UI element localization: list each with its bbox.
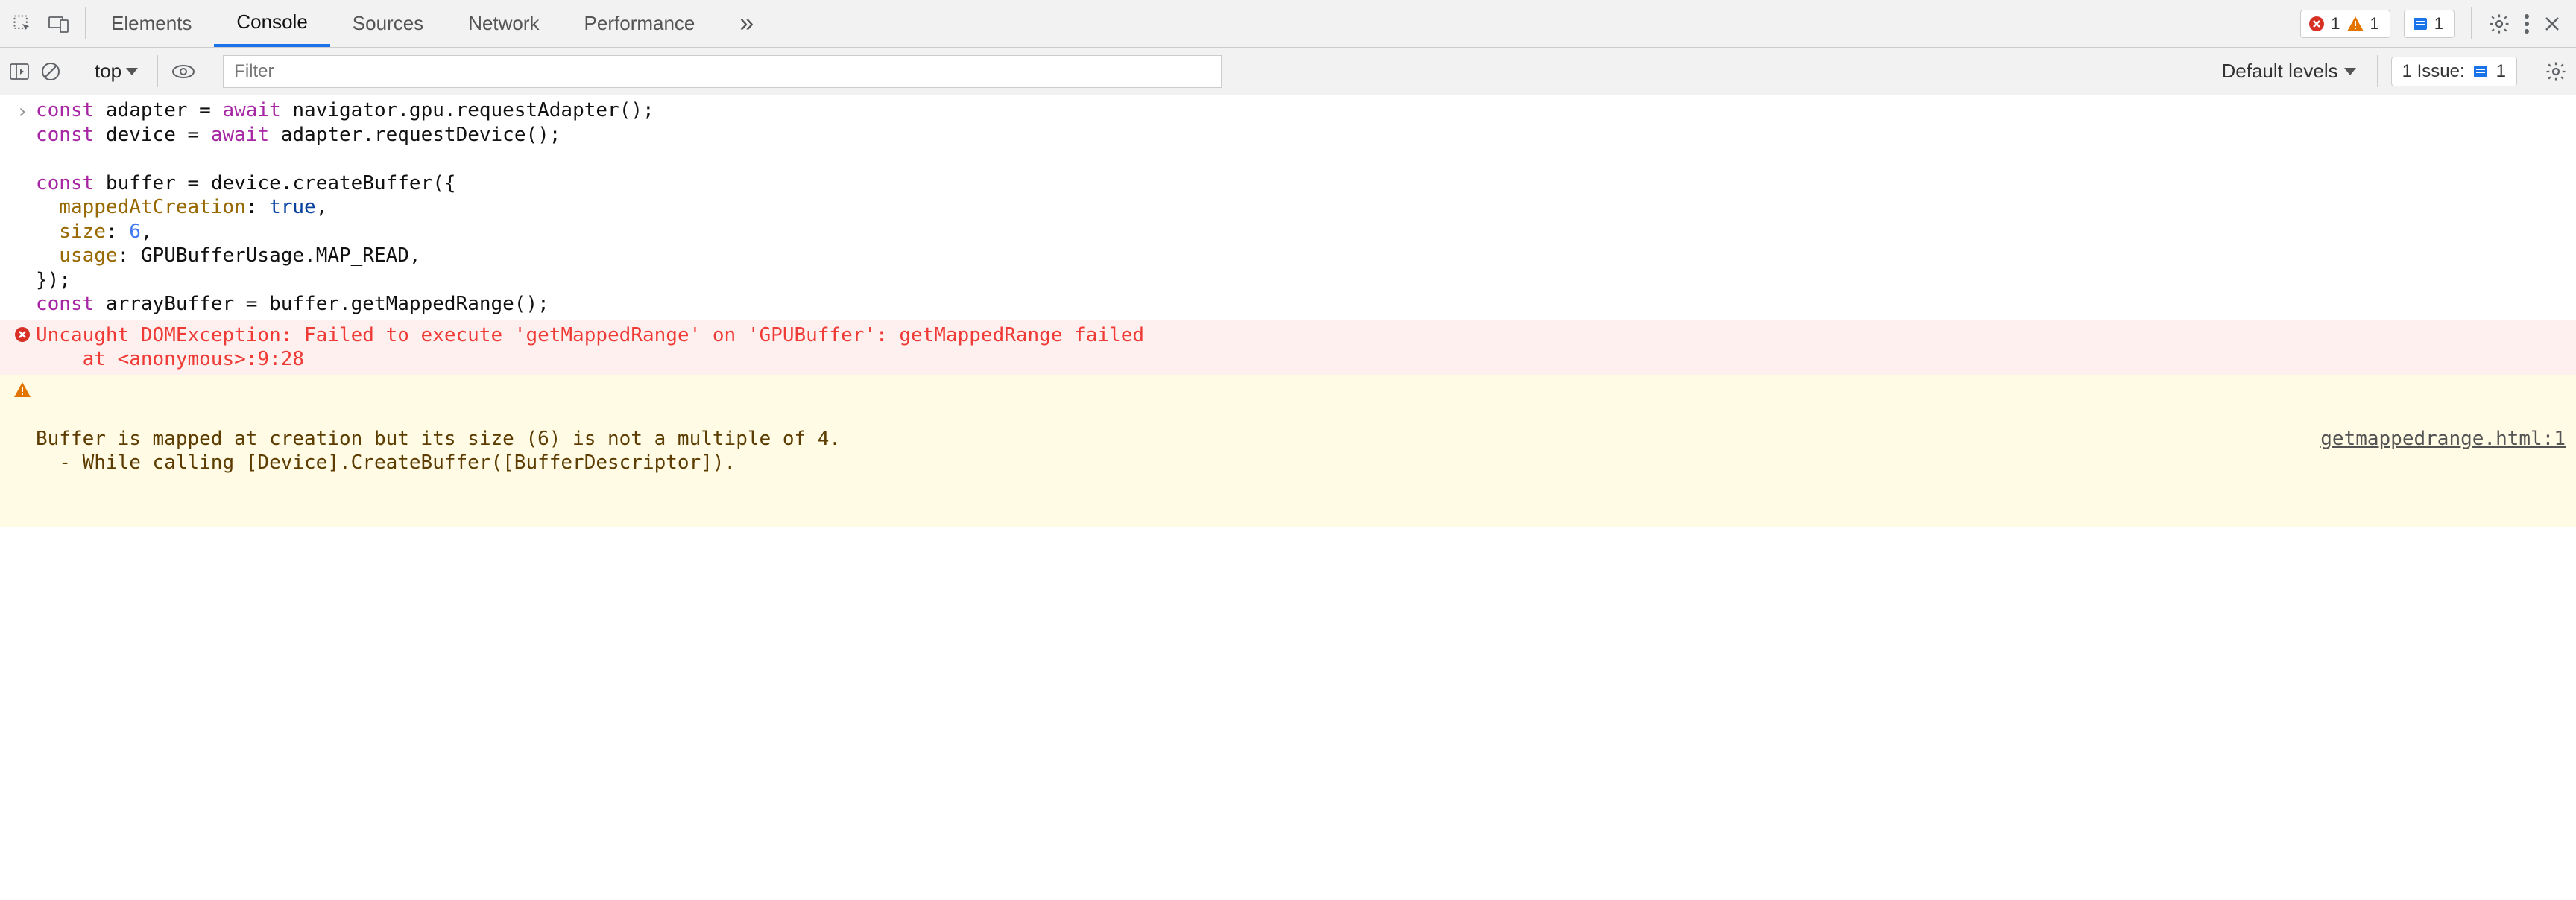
live-expression-icon[interactable] <box>171 63 195 80</box>
error-icon <box>14 326 31 343</box>
error-badge-icon <box>2308 16 2325 32</box>
error-message: Uncaught DOMException: Failed to execute… <box>36 323 2576 372</box>
warning-badge-icon <box>2346 16 2364 32</box>
device-toggle-icon[interactable] <box>48 14 70 34</box>
clear-console-icon[interactable] <box>40 61 61 82</box>
console-warning-entry: Buffer is mapped at creation but its siz… <box>0 375 2576 527</box>
console-settings-icon[interactable] <box>2545 60 2567 83</box>
console-error-entry: Uncaught DOMException: Failed to execute… <box>0 320 2576 375</box>
tab-network[interactable]: Network <box>446 0 561 47</box>
tab-performance[interactable]: Performance <box>562 0 718 47</box>
info-count: 1 <box>2431 14 2446 34</box>
tab-sources[interactable]: Sources <box>330 0 446 47</box>
console-input-code: const adapter = await navigator.gpu.requ… <box>36 98 2576 317</box>
error-count: 1 <box>2328 14 2343 34</box>
info-badge-icon <box>2412 16 2428 32</box>
levels-label: Default levels <box>2222 60 2338 83</box>
tab-console[interactable]: Console <box>214 0 329 47</box>
toggle-sidebar-icon[interactable] <box>9 62 30 81</box>
context-label: top <box>95 60 121 83</box>
chevron-down-icon <box>126 68 138 75</box>
execution-context-selector[interactable]: top <box>89 60 144 83</box>
filter-input[interactable] <box>223 55 1222 88</box>
console-message-counts[interactable]: 1 1 <box>2300 10 2390 38</box>
issues-label: 1 Issue: <box>2402 61 2465 82</box>
issues-count: 1 <box>2496 61 2506 82</box>
source-link[interactable]: getmappedrange.html:1 <box>2320 427 2566 475</box>
close-icon[interactable] <box>2543 15 2561 33</box>
console-input-entry: const adapter = await navigator.gpu.requ… <box>0 95 2576 320</box>
warning-count: 1 <box>2367 14 2382 34</box>
issues-counter[interactable]: 1 Issue: 1 <box>2391 57 2517 86</box>
more-tabs-icon[interactable]: » <box>717 0 776 47</box>
warning-icon <box>13 381 31 398</box>
input-chevron-icon <box>16 101 28 123</box>
log-levels-selector[interactable]: Default levels <box>2214 60 2364 83</box>
issues-badge[interactable]: 1 <box>2404 10 2455 38</box>
settings-icon[interactable] <box>2488 13 2510 35</box>
tab-elements[interactable]: Elements <box>89 0 214 47</box>
chevron-down-icon <box>2344 68 2356 75</box>
inspect-icon[interactable] <box>12 13 33 34</box>
info-badge-icon <box>2472 63 2489 80</box>
kebab-menu-icon[interactable] <box>2524 13 2530 34</box>
warning-message: Buffer is mapped at creation but its siz… <box>36 427 2320 475</box>
